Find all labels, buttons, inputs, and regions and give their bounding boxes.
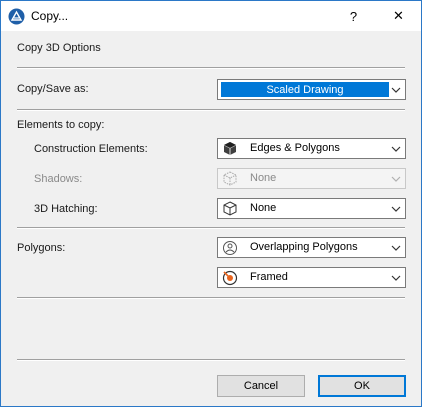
copy-save-value: Scaled Drawing <box>221 82 389 97</box>
shadows-dropdown: None <box>217 168 406 189</box>
help-icon: ? <box>349 8 358 24</box>
copy-save-dropdown[interactable]: Scaled Drawing <box>217 79 406 100</box>
shadows-value: None <box>250 172 277 184</box>
framed-target-icon <box>222 270 238 286</box>
ok-button[interactable]: OK <box>318 375 406 397</box>
copy-save-label: Copy/Save as: <box>17 83 89 95</box>
chevron-down-icon <box>391 275 401 281</box>
construction-value: Edges & Polygons <box>250 142 340 154</box>
archicad-app-icon <box>8 8 25 25</box>
shadows-label: Shadows: <box>34 173 83 185</box>
divider <box>17 227 405 229</box>
construction-label: Construction Elements: <box>34 143 148 155</box>
chevron-down-icon <box>391 206 401 212</box>
polygons-value: Overlapping Polygons <box>250 241 358 253</box>
polygons-label: Polygons: <box>17 242 66 254</box>
window-title: Copy... <box>31 9 69 23</box>
wireframe-cube-icon <box>223 171 237 186</box>
divider <box>17 67 405 69</box>
hatching-value: None <box>250 202 277 214</box>
hatching-dropdown[interactable]: None <box>217 198 406 219</box>
cancel-button[interactable]: Cancel <box>217 375 305 397</box>
help-button[interactable]: ? <box>331 1 376 31</box>
close-icon: ✕ <box>393 8 404 23</box>
chevron-down-icon <box>391 146 401 152</box>
chevron-down-icon <box>391 245 401 251</box>
divider <box>17 297 405 299</box>
title-bar: Copy... ? ✕ <box>1 1 421 31</box>
elements-header: Elements to copy: <box>17 119 105 131</box>
chevron-down-icon <box>391 176 401 182</box>
section-title: Copy 3D Options <box>17 42 101 54</box>
polygons-dropdown[interactable]: Overlapping Polygons <box>217 237 406 258</box>
framing-value: Framed <box>250 271 288 283</box>
chevron-down-icon <box>391 87 401 93</box>
framing-dropdown[interactable]: Framed <box>217 267 406 288</box>
construction-dropdown[interactable]: Edges & Polygons <box>217 138 406 159</box>
divider <box>17 359 405 361</box>
wireframe-cube-icon <box>223 201 237 216</box>
hatching-label: 3D Hatching: <box>34 203 98 215</box>
close-button[interactable]: ✕ <box>376 1 421 31</box>
divider <box>17 109 405 111</box>
solid-cube-icon <box>223 142 237 155</box>
copy-dialog: Copy... ? ✕ Copy 3D Options Copy/Save as… <box>0 0 422 407</box>
overlap-polygon-icon <box>223 241 237 255</box>
